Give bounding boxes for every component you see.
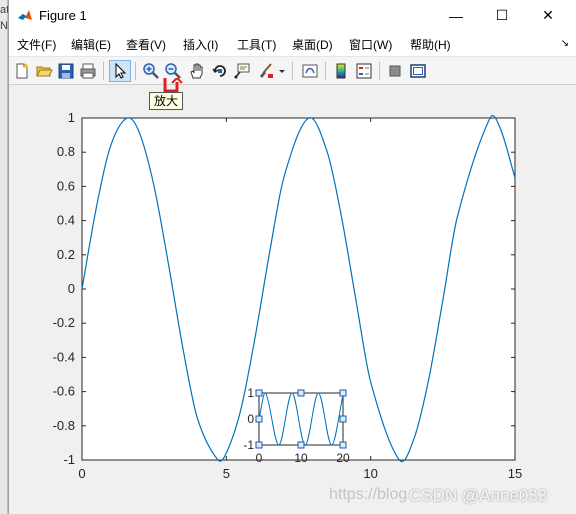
x-tick-label: 5 [223, 466, 230, 481]
menu-help[interactable]: 帮助(H) [410, 36, 451, 53]
figure-window: Figure 1 — ☐ ✕ 文件(F) 编辑(E) 查看(V) 插入(I) 工… [8, 0, 576, 514]
print-icon [80, 63, 96, 79]
toolbar-separator [325, 62, 326, 80]
y-tick-label: 0 [68, 281, 75, 296]
y-tick-label: 1 [68, 110, 75, 125]
selection-handle[interactable] [297, 389, 305, 397]
menu-bar: 文件(F) 编辑(E) 查看(V) 插入(I) 工具(T) 桌面(D) 窗口(W… [9, 31, 576, 56]
link-plot-button[interactable] [299, 60, 321, 82]
inset-x-tick-label: 0 [256, 451, 263, 465]
hide-plot-tools-button[interactable] [384, 60, 406, 82]
toolbar-separator [135, 62, 136, 80]
rotate-3d-icon [212, 65, 226, 77]
hide-plot-tools-icon [389, 65, 401, 77]
colorbar-icon [336, 63, 346, 79]
data-cursor-button[interactable] [231, 60, 253, 82]
save-icon [58, 63, 74, 79]
edit-plot-arrow-icon [115, 62, 127, 79]
title-bar[interactable]: Figure 1 — ☐ ✕ [9, 0, 576, 31]
menu-view[interactable]: 查看(V) [126, 36, 166, 53]
close-icon: ✕ [542, 7, 554, 23]
y-tick-label: 0.4 [57, 213, 75, 228]
figure-toolbar [9, 56, 576, 85]
background-text: N [0, 20, 8, 32]
y-tick-label: 0.6 [57, 178, 75, 193]
menu-window[interactable]: 窗口(W) [349, 36, 392, 53]
toolbar-separator [103, 62, 104, 80]
maximize-button[interactable]: ☐ [479, 0, 525, 31]
menu-tools[interactable]: 工具(T) [237, 36, 276, 53]
selection-handle[interactable] [339, 389, 347, 397]
main-plot[interactable]: -1-0.8-0.6-0.4-0.200.20.40.60.810 5 10 15-1… [9, 86, 576, 506]
new-figure-button[interactable] [11, 60, 33, 82]
menu-desktop[interactable]: 桌面(D) [292, 36, 333, 53]
matlab-logo-icon [18, 10, 32, 20]
brush-dropdown-button[interactable] [277, 60, 287, 82]
y-tick-label: -0.2 [53, 315, 75, 330]
brush-icon [260, 63, 273, 78]
background-window-strip: at N [0, 0, 9, 514]
link-plot-icon [302, 64, 318, 78]
minimize-button[interactable]: — [433, 0, 479, 31]
rotate-3d-button[interactable] [209, 60, 231, 82]
window-title: Figure 1 [39, 8, 87, 23]
menu-file[interactable]: 文件(F) [17, 36, 56, 53]
legend-icon [356, 63, 372, 79]
x-tick-label: 10 [363, 466, 377, 481]
selection-handle[interactable] [255, 441, 263, 449]
selection-handle[interactable] [297, 441, 305, 449]
y-tick-label: -1 [63, 452, 75, 467]
inset-y-tick-label: 1 [247, 386, 254, 400]
selection-handle[interactable] [339, 415, 347, 423]
close-button[interactable]: ✕ [525, 0, 571, 31]
toolbar-separator [292, 62, 293, 80]
print-button[interactable] [77, 60, 99, 82]
save-button[interactable] [55, 60, 77, 82]
watermark-url: https://blog [329, 486, 408, 503]
inset-y-tick-label: -1 [243, 438, 254, 452]
x-tick-label: 15 [508, 466, 522, 481]
selection-handle[interactable] [255, 415, 263, 423]
y-tick-label: -0.4 [53, 349, 75, 364]
y-tick-label: 0.2 [57, 247, 75, 262]
menu-insert[interactable]: 插入(I) [183, 36, 218, 53]
open-file-icon [36, 66, 53, 77]
y-tick-label: -0.8 [53, 418, 75, 433]
dock-arrow-icon[interactable]: ↘ [561, 38, 569, 49]
show-plot-tools-icon [410, 64, 426, 78]
selection-handle[interactable] [255, 389, 263, 397]
figure-canvas[interactable]: -1 -0.8 -0.6 -0.4 -0.2 0 0.2 0.4 0.6 0.8 1 0 5 10 15 -1… [9, 86, 576, 506]
minimize-icon: — [449, 7, 463, 24]
inset-x-tick-label: 10 [294, 451, 308, 465]
y-tick-label: -0.6 [53, 384, 75, 399]
menu-edit[interactable]: 编辑(E) [71, 36, 111, 53]
inset-y-tick-label: 0 [247, 412, 254, 426]
open-file-button[interactable] [33, 60, 55, 82]
chevron-down-icon [279, 70, 285, 73]
toolbar-separator [379, 62, 380, 80]
legend-button[interactable] [353, 60, 375, 82]
watermark-author: CSDN @Anne033 [409, 486, 548, 505]
data-cursor-icon [234, 63, 250, 79]
inset-x-tick-label: 20 [336, 451, 350, 465]
show-plot-tools-button[interactable] [407, 60, 429, 82]
colorbar-button[interactable] [330, 60, 352, 82]
y-tick-label: 0.8 [57, 144, 75, 159]
x-tick-label: 0 [78, 466, 85, 481]
edit-plot-button[interactable] [109, 60, 131, 82]
brush-button[interactable] [255, 60, 277, 82]
selection-handle[interactable] [339, 441, 347, 449]
new-figure-icon [16, 63, 28, 79]
zoom-in-tooltip: 放大 [149, 92, 183, 110]
maximize-icon: ☐ [495, 7, 509, 23]
